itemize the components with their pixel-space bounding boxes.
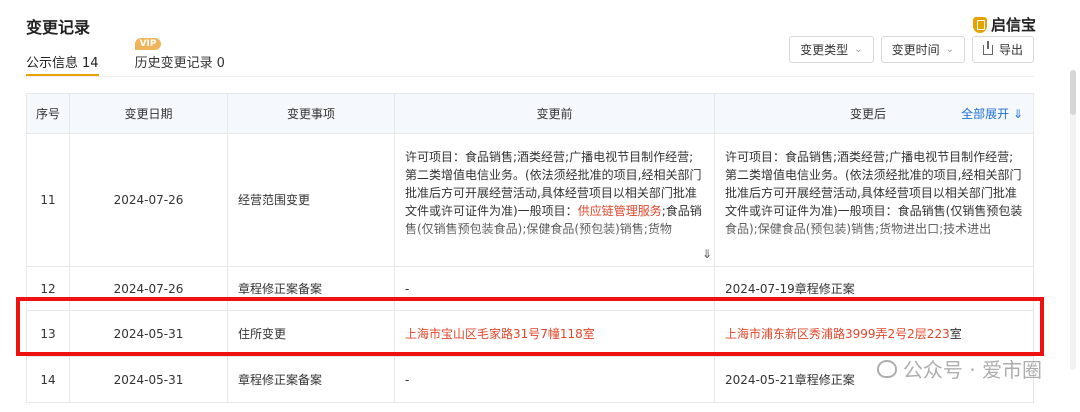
watermark-text: 公众号 · 爱市圈 [902,358,1042,382]
download-icon [982,40,993,55]
page-title: 变更记录 [26,18,91,37]
text-fade [395,216,714,266]
row-date: 2024-07-26 [69,134,227,266]
row-no: 14 [26,357,69,402]
scrollbar[interactable] [1070,70,1076,370]
tab-divider [26,76,1034,77]
tab-label: 历史变更记录 [134,56,213,71]
annotation-box [16,297,1044,356]
tab-public-info[interactable]: 公示信息 14 [26,44,99,76]
expand-all-link[interactable]: 全部展开 ⇓ [961,105,1023,123]
header-no: 序号 [26,94,69,133]
dropdown-label: 变更类型 [800,43,849,57]
header-item: 变更事项 [227,94,394,133]
expand-all-label: 全部展开 [961,106,1010,121]
tab-bar: 公示信息 14 VIP 历史变更记录 0 [26,38,225,76]
change-type-dropdown[interactable]: 变更类型 ⌄ [789,36,874,63]
shield-icon [972,16,987,33]
table-header: 序号 变更日期 变更事项 变更前 变更后 全部展开 ⇓ [26,94,1034,134]
row-item: 章程修正案备案 [227,357,394,402]
row-date: 2024-05-31 [69,357,227,402]
row-before: 许可项目：食品销售;酒类经营;广播电视节目制作经营;第二类增值电信业务。(依法须… [394,134,714,266]
tab-label: 公示信息 [26,56,79,71]
row-item: 经营范围变更 [227,134,394,266]
dropdown-label: 变更时间 [891,43,940,57]
header-before: 变更前 [394,94,714,133]
row-before: - [394,357,714,402]
brand-logo: 启信宝 [972,14,1036,35]
tab-history-changes[interactable]: VIP 历史变更记录 0 [134,38,225,76]
brand-name: 启信宝 [990,16,1036,34]
double-chevron-down-icon: ⇓ [1012,106,1023,121]
vip-badge: VIP [134,38,162,50]
expand-row-icon[interactable]: ⇓ [702,248,712,260]
chevron-down-icon: ⌄ [945,44,954,55]
toolbar: 变更类型 ⌄ 变更时间 ⌄ 导出 [789,36,1034,63]
export-label: 导出 [998,43,1023,57]
header-after-label: 变更后 [850,106,887,121]
header-after: 变更后 全部展开 ⇓ [714,94,1034,133]
wechat-icon [876,359,897,378]
tab-count: 14 [82,56,99,71]
chevron-down-icon: ⌄ [854,44,863,55]
change-time-dropdown[interactable]: 变更时间 ⌄ [880,36,965,63]
table-row: 11 2024-07-26 经营范围变更 许可项目：食品销售;酒类经营;广播电视… [26,134,1034,267]
export-button[interactable]: 导出 [971,36,1034,63]
header-date: 变更日期 [69,94,227,133]
scrollbar-thumb[interactable] [1070,70,1076,115]
watermark: 公众号 · 爱市圈 [876,354,1042,383]
row-after: 许可项目：食品销售;酒类经营;广播电视节目制作经营;第二类增值电信业务。(依法须… [714,134,1034,266]
row-no: 11 [26,134,69,266]
tab-count: 0 [216,56,225,71]
text-fade [715,216,1033,266]
